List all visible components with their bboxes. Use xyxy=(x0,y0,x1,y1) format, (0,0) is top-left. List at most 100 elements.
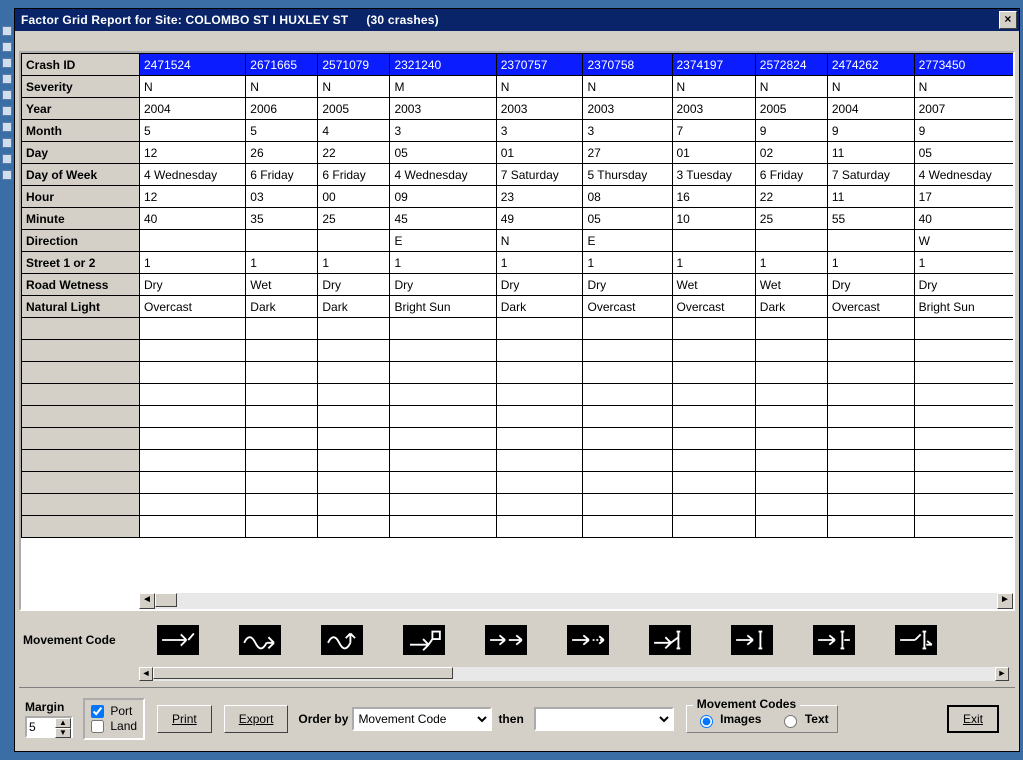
data-cell[interactable]: Dry xyxy=(496,274,583,296)
data-cell[interactable] xyxy=(390,340,496,362)
data-cell[interactable] xyxy=(246,340,318,362)
data-cell[interactable]: 9 xyxy=(827,120,914,142)
data-cell[interactable] xyxy=(914,428,1015,450)
data-cell[interactable] xyxy=(827,406,914,428)
data-cell[interactable] xyxy=(583,406,672,428)
data-cell[interactable] xyxy=(140,406,246,428)
movement-i-icon[interactable] xyxy=(813,625,855,655)
data-cell[interactable]: Overcast xyxy=(827,296,914,318)
data-cell[interactable]: 12 xyxy=(140,142,246,164)
data-cell[interactable]: 05 xyxy=(390,142,496,164)
data-cell[interactable]: 5 Thursday xyxy=(583,164,672,186)
data-cell[interactable] xyxy=(140,362,246,384)
data-cell[interactable]: 2004 xyxy=(827,98,914,120)
data-cell[interactable] xyxy=(755,230,827,252)
data-cell[interactable] xyxy=(496,472,583,494)
data-cell[interactable] xyxy=(390,318,496,340)
data-cell[interactable]: N xyxy=(246,76,318,98)
data-cell[interactable] xyxy=(914,472,1015,494)
data-cell[interactable] xyxy=(672,450,755,472)
data-cell[interactable] xyxy=(583,494,672,516)
data-cell[interactable] xyxy=(914,340,1015,362)
data-cell[interactable]: N xyxy=(755,76,827,98)
data-cell[interactable] xyxy=(246,494,318,516)
data-cell[interactable] xyxy=(140,318,246,340)
data-cell[interactable]: W xyxy=(914,230,1015,252)
data-cell[interactable] xyxy=(318,384,390,406)
scroll-thumb[interactable] xyxy=(155,593,177,607)
data-cell[interactable] xyxy=(246,318,318,340)
data-cell[interactable] xyxy=(496,450,583,472)
data-cell[interactable] xyxy=(755,516,827,538)
data-cell[interactable]: 02 xyxy=(755,142,827,164)
data-cell[interactable] xyxy=(390,450,496,472)
data-cell[interactable] xyxy=(583,340,672,362)
col-header[interactable]: 2671665 xyxy=(246,54,318,76)
mc-images-radio-label[interactable]: Images xyxy=(695,712,762,728)
data-cell[interactable] xyxy=(246,406,318,428)
data-cell[interactable]: Dry xyxy=(583,274,672,296)
data-cell[interactable]: 2003 xyxy=(390,98,496,120)
mc-text-radio-label[interactable]: Text xyxy=(779,712,828,728)
data-cell[interactable] xyxy=(140,428,246,450)
data-cell[interactable] xyxy=(390,494,496,516)
data-cell[interactable]: Bright Sun xyxy=(390,296,496,318)
data-cell[interactable]: 2003 xyxy=(496,98,583,120)
data-cell[interactable]: 05 xyxy=(914,142,1015,164)
data-cell[interactable] xyxy=(914,406,1015,428)
data-cell[interactable] xyxy=(246,230,318,252)
col-header[interactable]: 2572824 xyxy=(755,54,827,76)
data-cell[interactable] xyxy=(318,230,390,252)
data-cell[interactable] xyxy=(318,494,390,516)
then-select[interactable] xyxy=(534,707,674,731)
data-cell[interactable] xyxy=(672,340,755,362)
movement-f-icon[interactable] xyxy=(567,625,609,655)
data-cell[interactable]: N xyxy=(914,76,1015,98)
data-cell[interactable]: 2004 xyxy=(140,98,246,120)
data-cell[interactable]: Wet xyxy=(755,274,827,296)
data-cell[interactable]: 12 xyxy=(140,186,246,208)
data-cell[interactable] xyxy=(914,494,1015,516)
data-cell[interactable]: N xyxy=(583,76,672,98)
data-cell[interactable]: N xyxy=(672,76,755,98)
data-cell[interactable] xyxy=(755,318,827,340)
col-header[interactable]: 2370757 xyxy=(496,54,583,76)
data-cell[interactable] xyxy=(140,340,246,362)
data-cell[interactable]: E xyxy=(583,230,672,252)
data-cell[interactable]: N xyxy=(827,76,914,98)
data-cell[interactable] xyxy=(755,384,827,406)
data-cell[interactable]: 1 xyxy=(755,252,827,274)
data-cell[interactable]: Dry xyxy=(827,274,914,296)
data-cell[interactable] xyxy=(827,384,914,406)
data-cell[interactable] xyxy=(672,318,755,340)
data-cell[interactable]: N xyxy=(140,76,246,98)
data-cell[interactable] xyxy=(390,384,496,406)
data-cell[interactable]: 3 xyxy=(390,120,496,142)
data-cell[interactable] xyxy=(140,384,246,406)
data-cell[interactable]: 7 Saturday xyxy=(827,164,914,186)
data-cell[interactable]: Bright Sun xyxy=(914,296,1015,318)
data-cell[interactable]: 2007 xyxy=(914,98,1015,120)
data-cell[interactable] xyxy=(246,384,318,406)
data-cell[interactable]: 1 xyxy=(914,252,1015,274)
data-cell[interactable]: 5 xyxy=(140,120,246,142)
mc-scroll-thumb[interactable] xyxy=(153,667,453,679)
data-cell[interactable] xyxy=(246,472,318,494)
data-cell[interactable]: 25 xyxy=(318,208,390,230)
data-cell[interactable] xyxy=(246,362,318,384)
data-cell[interactable] xyxy=(583,318,672,340)
data-cell[interactable]: 1 xyxy=(318,252,390,274)
data-cell[interactable]: 9 xyxy=(755,120,827,142)
data-cell[interactable]: 01 xyxy=(672,142,755,164)
data-cell[interactable]: 6 Friday xyxy=(246,164,318,186)
data-cell[interactable]: E xyxy=(390,230,496,252)
data-cell[interactable]: Dry xyxy=(140,274,246,296)
port-checkbox-label[interactable]: Port xyxy=(91,704,137,719)
data-cell[interactable] xyxy=(496,340,583,362)
data-cell[interactable] xyxy=(318,472,390,494)
data-cell[interactable] xyxy=(496,428,583,450)
data-cell[interactable] xyxy=(390,406,496,428)
data-cell[interactable]: 27 xyxy=(583,142,672,164)
data-cell[interactable] xyxy=(827,318,914,340)
data-cell[interactable] xyxy=(672,362,755,384)
